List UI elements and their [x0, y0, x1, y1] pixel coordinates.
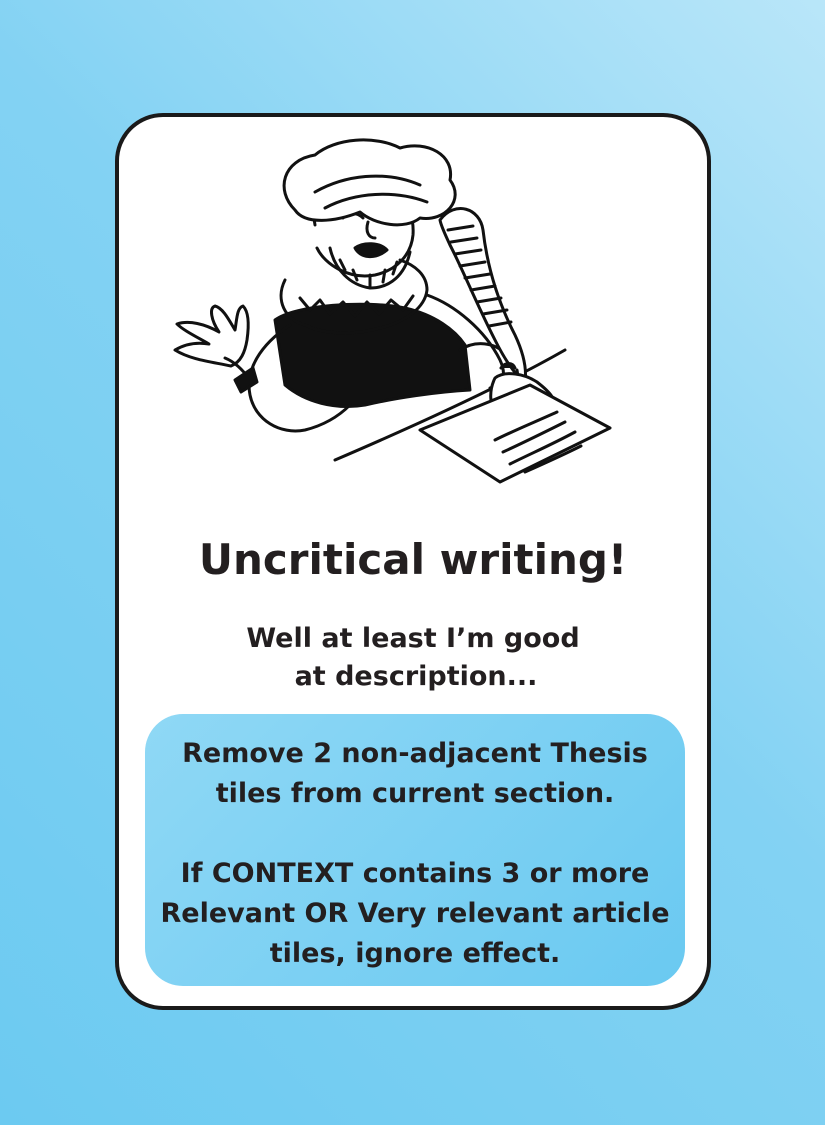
effect-line: If CONTEXT contains 3 or more [180, 858, 650, 889]
scholar-writing-with-quill-icon [173, 138, 612, 484]
card-title: Uncritical writing! [198, 535, 628, 584]
effect-line: tiles from current section. [215, 778, 615, 809]
flavor-text: Well at least I’m good at description... [115, 620, 711, 696]
effect-line: Remove 2 non-adjacent Thesis [182, 738, 648, 769]
effect-text: Remove 2 non-adjacent Thesis tiles from … [145, 734, 685, 974]
flavor-line: Well at least I’m good [246, 623, 580, 654]
flavor-line: at description... [294, 661, 538, 692]
effect-line: Relevant OR Very relevant article [160, 898, 670, 929]
effect-line: tiles, ignore effect. [269, 938, 561, 969]
effect-box: Remove 2 non-adjacent Thesis tiles from … [145, 714, 685, 986]
